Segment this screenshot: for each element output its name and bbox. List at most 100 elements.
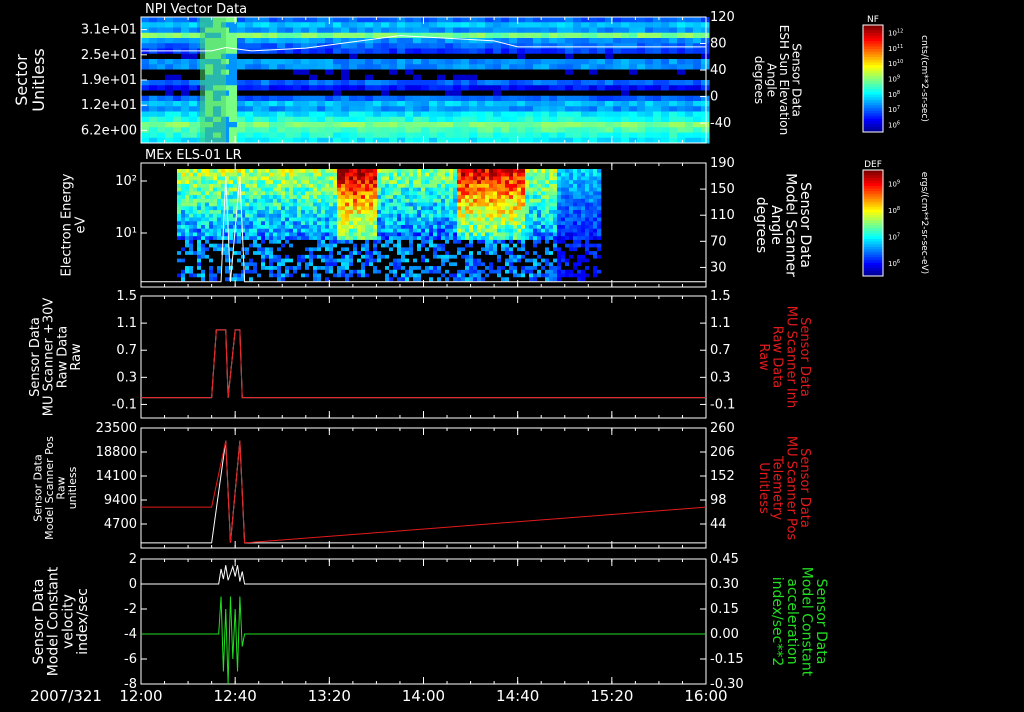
heatmap-cell (549, 33, 558, 39)
heatmap-cell (445, 236, 449, 240)
heatmap-cell (413, 180, 417, 184)
heatmap-cell (349, 133, 358, 139)
heatmap-cell (473, 214, 477, 218)
heatmap-cell (485, 203, 489, 207)
heatmap-cell (481, 225, 485, 229)
heatmap-cell (565, 206, 569, 210)
heatmap-cell (457, 184, 461, 188)
heatmap-cell (677, 127, 686, 133)
heatmap-cell (501, 70, 510, 76)
heatmap-cell (565, 101, 574, 107)
heatmap-cell (529, 262, 533, 266)
heatmap-cell (257, 244, 261, 248)
heatmap-cell (293, 214, 297, 218)
heatmap-cell (373, 80, 382, 86)
heatmap-cell (401, 277, 405, 281)
heatmap-cell (461, 225, 465, 229)
heatmap-cell (285, 236, 289, 240)
heatmap-cell (281, 247, 285, 251)
heatmap-cell (597, 221, 601, 225)
heatmap-cell (329, 225, 333, 229)
heatmap-cell (445, 49, 454, 55)
heatmap-cell (621, 38, 630, 44)
heatmap-cell (173, 17, 182, 23)
heatmap-cell (389, 195, 393, 199)
heatmap-cell (445, 173, 449, 177)
heatmap-cell (405, 262, 409, 266)
heatmap-cell (341, 106, 350, 112)
heatmap-cell (437, 64, 446, 70)
heatmap-cell (253, 259, 257, 263)
heatmap-cell (421, 54, 430, 60)
heatmap-cell (217, 188, 221, 192)
heatmap-cell (497, 266, 501, 270)
heatmap-cell (605, 28, 614, 34)
heatmap-cell (497, 244, 501, 248)
heatmap-cell (497, 229, 501, 233)
heatmap-cell (485, 191, 489, 195)
heatmap-cell (229, 96, 238, 102)
heatmap-cell (401, 210, 405, 214)
heatmap-cell (573, 176, 577, 180)
heatmap-cell (477, 38, 486, 44)
heatmap-cell (253, 184, 257, 188)
heatmap-cell (205, 214, 209, 218)
heatmap-cell (269, 184, 273, 188)
heatmap-cell (489, 184, 493, 188)
heatmap-cell (557, 188, 561, 192)
heatmap-cell (429, 176, 433, 180)
heatmap-cell (469, 199, 473, 203)
heatmap-cell (505, 251, 509, 255)
heatmap-cell (357, 70, 366, 76)
heatmap-cell (413, 251, 417, 255)
heatmap-cell (501, 91, 510, 97)
heatmap-cell (545, 277, 549, 281)
heatmap-cell (341, 262, 345, 266)
heatmap-cell (565, 43, 574, 49)
heatmap-cell (497, 221, 501, 225)
heatmap-cell (237, 221, 241, 225)
heatmap-cell (581, 236, 585, 240)
heatmap-cell (333, 229, 337, 233)
heatmap-cell (693, 80, 702, 86)
heatmap-cell (453, 85, 462, 91)
heatmap-cell (165, 43, 174, 49)
heatmap-cell (389, 259, 393, 263)
heatmap-cell (669, 91, 678, 97)
heatmap-cell (305, 176, 309, 180)
heatmap-cell (305, 262, 309, 266)
heatmap-cell (465, 270, 469, 274)
heatmap-cell (445, 221, 449, 225)
heatmap-cell (173, 80, 182, 86)
heatmap-cell (565, 259, 569, 263)
heatmap-cell (341, 251, 345, 255)
heatmap-cell (485, 244, 489, 248)
heatmap-cell (429, 236, 433, 240)
heatmap-cell (273, 173, 277, 177)
heatmap-cell (165, 54, 174, 60)
heatmap-cell (457, 251, 461, 255)
heatmap-cell (593, 262, 597, 266)
heatmap-cell (469, 203, 473, 207)
heatmap-cell (297, 199, 301, 203)
heatmap-cell (549, 232, 553, 236)
heatmap-cell (317, 122, 326, 128)
heatmap-cell (509, 122, 518, 128)
heatmap-cell (229, 169, 233, 173)
heatmap-cell (333, 33, 342, 39)
heatmap-cell (353, 203, 357, 207)
heatmap-cell (401, 191, 405, 195)
heatmap-cell (441, 184, 445, 188)
heatmap-cell (661, 127, 670, 133)
heatmap-cell (237, 218, 241, 222)
heatmap-cell (629, 49, 638, 55)
heatmap-cell (189, 169, 193, 173)
heatmap-cell (429, 169, 433, 173)
heatmap-cell (497, 232, 501, 236)
heatmap-cell (349, 64, 358, 70)
heatmap-cell (521, 277, 525, 281)
heatmap-cell (597, 210, 601, 214)
heatmap-cell (381, 173, 385, 177)
heatmap-cell (393, 206, 397, 210)
heatmap-cell (309, 247, 313, 251)
